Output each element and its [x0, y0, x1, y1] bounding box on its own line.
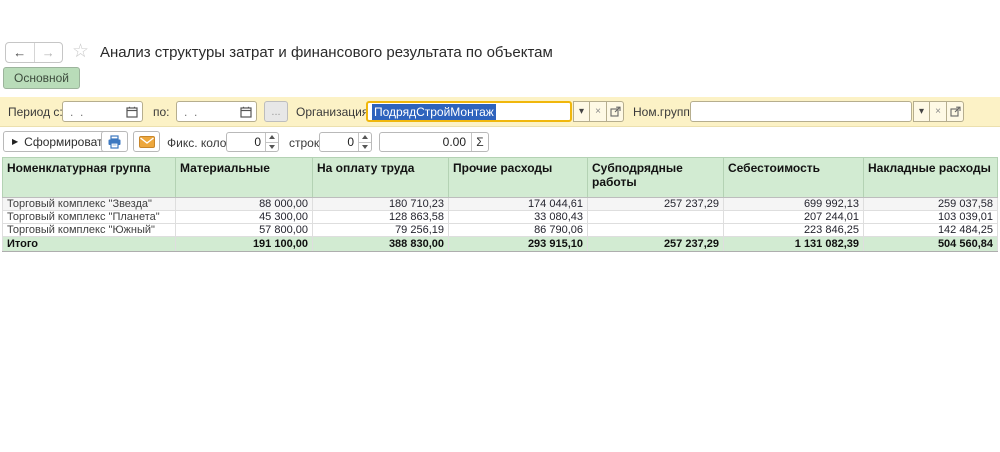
- cell-value[interactable]: 259 037,58: [864, 198, 998, 211]
- nomgroup-field[interactable]: [690, 101, 912, 122]
- cell-value[interactable]: 57 800,00: [176, 224, 313, 237]
- clear-icon: ×: [595, 106, 601, 117]
- table-row[interactable]: Торговый комплекс "Планета" 45 300,00 12…: [3, 211, 998, 224]
- total-value[interactable]: 1 131 082,39: [724, 237, 864, 252]
- header-row: Номенклатурная группа Материальные На оп…: [3, 158, 998, 198]
- period-to-input[interactable]: [177, 102, 231, 121]
- app-window: ← → ☆ Анализ структуры затрат и финансов…: [0, 0, 1000, 452]
- cell-value[interactable]: 174 044,61: [449, 198, 588, 211]
- period-from-field[interactable]: [62, 101, 143, 122]
- chevron-down-icon: ▾: [919, 106, 924, 117]
- total-value[interactable]: 504 560,84: [864, 237, 998, 252]
- total-value[interactable]: 293 915,10: [449, 237, 588, 252]
- table-row[interactable]: Торговый комплекс "Звезда" 88 000,00 180…: [3, 198, 998, 211]
- total-value[interactable]: 191 100,00: [176, 237, 313, 252]
- total-label[interactable]: Итого: [3, 237, 176, 252]
- step-up-icon[interactable]: [359, 133, 371, 143]
- column-header[interactable]: Себестоимость: [724, 158, 864, 198]
- sigma-icon[interactable]: Σ: [471, 133, 488, 151]
- nomgroup-open-button[interactable]: [947, 101, 964, 122]
- cell-value[interactable]: 142 484,25: [864, 224, 998, 237]
- column-header[interactable]: На оплату труда: [313, 158, 449, 198]
- cell-value[interactable]: 33 080,43: [449, 211, 588, 224]
- back-arrow-icon: ←: [13, 45, 26, 60]
- calendar-icon[interactable]: [126, 106, 138, 118]
- step-down-icon[interactable]: [359, 143, 371, 152]
- column-header[interactable]: Прочие расходы: [449, 158, 588, 198]
- fix-columns-value: 0: [227, 133, 265, 151]
- printer-icon: [107, 135, 122, 149]
- cell-value[interactable]: 128 863,58: [313, 211, 449, 224]
- fix-columns-stepper[interactable]: 0: [226, 132, 279, 152]
- print-button[interactable]: [101, 131, 128, 152]
- calendar-icon[interactable]: [240, 106, 252, 118]
- stepper-arrows[interactable]: [265, 133, 278, 151]
- cell-value[interactable]: 180 710,23: [313, 198, 449, 211]
- cell-value[interactable]: 257 237,29: [588, 198, 724, 211]
- stepper-arrows[interactable]: [358, 133, 371, 151]
- open-form-icon: [950, 106, 961, 117]
- fix-rows-stepper[interactable]: 0: [319, 132, 372, 152]
- report-toolbar: ▶ Сформировать Фикс. колонок: 0: [0, 128, 1000, 156]
- page-title: Анализ структуры затрат и финансового ре…: [100, 44, 553, 61]
- row-label[interactable]: Торговый комплекс "Планета": [3, 211, 176, 224]
- autosum-value: 0.00: [380, 133, 471, 151]
- total-value[interactable]: 388 830,00: [313, 237, 449, 252]
- period-from-label: Период с:: [8, 105, 63, 119]
- clear-icon: ×: [935, 106, 941, 117]
- tab-main[interactable]: Основной: [3, 67, 80, 89]
- row-label[interactable]: Торговый комплекс "Южный": [3, 224, 176, 237]
- cell-value[interactable]: [588, 211, 724, 224]
- organization-open-button[interactable]: [607, 101, 624, 122]
- cell-value[interactable]: 86 790,06: [449, 224, 588, 237]
- table-row[interactable]: Торговый комплекс "Южный" 57 800,00 79 2…: [3, 224, 998, 237]
- filter-bar: Период с: по: ... Организация: ПодрядСтр…: [0, 97, 1000, 127]
- fix-rows-label: строк:: [289, 136, 322, 150]
- column-header[interactable]: Субподрядные работы: [588, 158, 724, 198]
- organization-dropdown-button[interactable]: ▾: [573, 101, 590, 122]
- period-from-input[interactable]: [63, 102, 117, 121]
- organization-value: ПодрядСтройМонтаж: [372, 104, 496, 120]
- column-header[interactable]: Материальные: [176, 158, 313, 198]
- organization-clear-button[interactable]: ×: [590, 101, 607, 122]
- history-nav: ← →: [5, 42, 63, 63]
- total-value[interactable]: 257 237,29: [588, 237, 724, 252]
- forward-button[interactable]: →: [35, 43, 63, 62]
- chevron-down-icon: ▾: [579, 106, 584, 117]
- column-header[interactable]: Накладные расходы: [864, 158, 998, 198]
- fix-rows-value: 0: [320, 133, 358, 151]
- cell-value[interactable]: [588, 224, 724, 237]
- forward-arrow-icon: →: [42, 45, 55, 60]
- row-label[interactable]: Торговый комплекс "Звезда": [3, 198, 176, 211]
- generate-label: Сформировать: [24, 135, 109, 149]
- organization-field[interactable]: ПодрядСтройМонтаж: [366, 101, 572, 122]
- cell-value[interactable]: 223 846,25: [724, 224, 864, 237]
- envelope-icon: [139, 136, 155, 148]
- send-email-button[interactable]: [133, 131, 160, 152]
- autosum-field[interactable]: 0.00 Σ: [379, 132, 489, 152]
- step-up-icon[interactable]: [266, 133, 278, 143]
- favorite-star-icon[interactable]: ☆: [72, 40, 89, 63]
- organization-label: Организация:: [296, 105, 372, 119]
- back-button[interactable]: ←: [6, 43, 35, 62]
- total-row[interactable]: Итого 191 100,00 388 830,00 293 915,10 2…: [3, 237, 998, 252]
- period-to-label: по:: [153, 105, 170, 119]
- cell-value[interactable]: 45 300,00: [176, 211, 313, 224]
- column-header[interactable]: Номенклатурная группа: [3, 158, 176, 198]
- play-icon: ▶: [12, 137, 18, 146]
- cell-value[interactable]: 699 992,13: [724, 198, 864, 211]
- cell-value[interactable]: 88 000,00: [176, 198, 313, 211]
- cell-value[interactable]: 207 244,01: [724, 211, 864, 224]
- period-to-field[interactable]: [176, 101, 257, 122]
- step-down-icon[interactable]: [266, 143, 278, 152]
- more-options-button[interactable]: ...: [264, 101, 288, 122]
- report-grid: Номенклатурная группа Материальные На оп…: [2, 157, 998, 252]
- nomgroup-input[interactable]: [691, 102, 911, 121]
- open-form-icon: [610, 106, 621, 117]
- nomgroup-dropdown-button[interactable]: ▾: [913, 101, 930, 122]
- nomgroup-clear-button[interactable]: ×: [930, 101, 947, 122]
- cell-value[interactable]: 103 039,01: [864, 211, 998, 224]
- cell-value[interactable]: 79 256,19: [313, 224, 449, 237]
